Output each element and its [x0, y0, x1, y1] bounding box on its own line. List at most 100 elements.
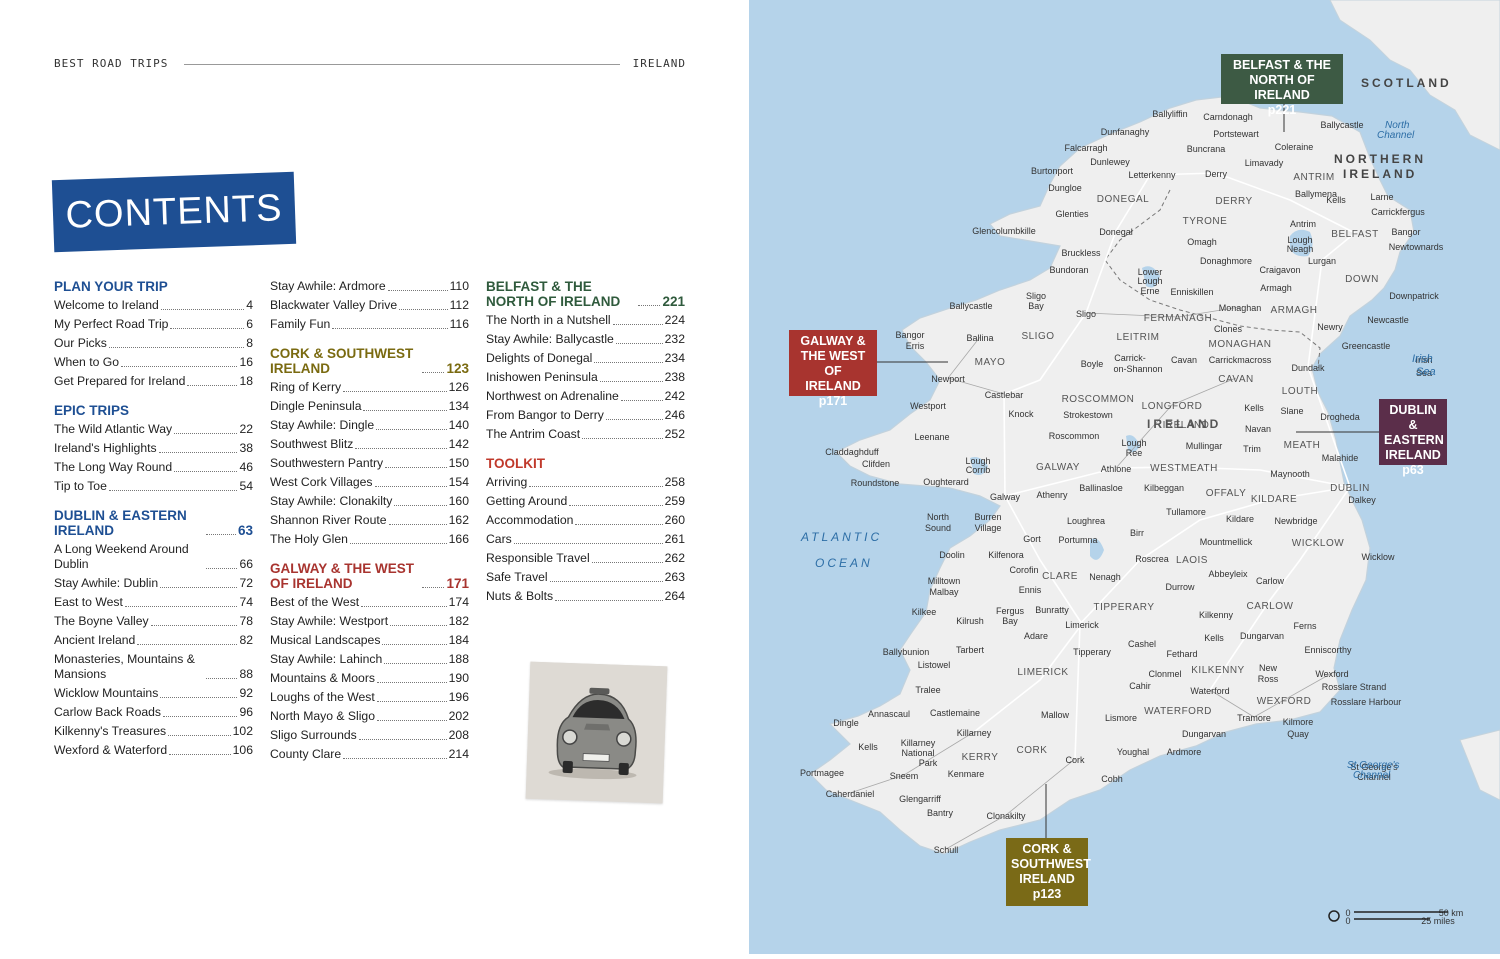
toc-entry[interactable]: Getting Around 259 [486, 494, 685, 509]
toc-entry[interactable]: Stay Awhile: Ardmore 110 [270, 279, 469, 294]
toc-section-heading[interactable]: EPIC TRIPS [54, 403, 253, 418]
leader-dots [374, 486, 447, 487]
section-title: BELFAST & THE NORTH OF IRELAND [486, 279, 621, 309]
car-illustration [525, 661, 668, 804]
place-label: Armagh [1260, 283, 1292, 293]
toc-entry[interactable]: Nuts & Bolts 264 [486, 589, 685, 604]
entry-page-number: 112 [449, 298, 469, 312]
toc-entry[interactable]: Stay Awhile: Dingle 140 [270, 418, 469, 433]
toc-entry[interactable]: Stay Awhile: Ballycastle 232 [486, 332, 685, 347]
leader-dots [168, 735, 231, 736]
toc-entry[interactable]: Northwest on Adrenaline 242 [486, 389, 685, 404]
entry-title: Stay Awhile: Ardmore [270, 279, 386, 293]
place-label: CORK [1017, 745, 1048, 756]
entry-title: Stay Awhile: Dingle [270, 418, 375, 432]
toc-entry[interactable]: From Bangor to Derry 246 [486, 408, 685, 423]
toc-entry[interactable]: Southwest Blitz 142 [270, 437, 469, 452]
toc-entry[interactable]: The Antrim Coast 252 [486, 427, 685, 442]
toc-entry[interactable]: Blackwater Valley Drive 112 [270, 298, 469, 313]
toc-entry[interactable]: Southwestern Pantry 150 [270, 456, 469, 471]
toc-section-heading[interactable]: DUBLIN & EASTERN IRELAND 63 [54, 508, 253, 538]
toc-entry[interactable]: Monasteries, Mountains & Mansions 88 [54, 652, 253, 682]
toc-entry[interactable]: Mountains & Moors 190 [270, 671, 469, 686]
entry-page-number: 162 [448, 513, 469, 527]
place-label: Derry [1205, 169, 1227, 179]
place-label: Bangor [895, 330, 924, 340]
toc-entry[interactable]: Ring of Kerry 126 [270, 380, 469, 395]
toc-entry[interactable]: Stay Awhile: Dublin 72 [54, 576, 253, 591]
toc-entry[interactable]: Tip to Toe 54 [54, 479, 253, 494]
place-label: Village [975, 523, 1002, 533]
entry-page-number: 202 [448, 709, 469, 723]
place-label: BELFAST [1331, 229, 1378, 240]
toc-section-heading[interactable]: TOOLKIT [486, 456, 685, 471]
toc-entry[interactable]: The Holy Glen 166 [270, 532, 469, 547]
toc-entry[interactable]: Best of the West 174 [270, 595, 469, 610]
section-title: PLAN YOUR TRIP [54, 279, 168, 294]
entry-page-number: 18 [239, 374, 253, 388]
place-label: TYRONE [1183, 216, 1228, 227]
entry-title: Kilkenny's Treasures [54, 724, 167, 738]
toc-entry[interactable]: Wicklow Mountains 92 [54, 686, 253, 701]
toc-entry[interactable]: Inishowen Peninsula 238 [486, 370, 685, 385]
toc-entry[interactable]: Arriving 258 [486, 475, 685, 490]
entry-page-number: 4 [246, 298, 253, 312]
toc-entry[interactable]: Musical Landscapes 184 [270, 633, 469, 648]
toc-entry[interactable]: Accommodation 260 [486, 513, 685, 528]
leader-dots [615, 343, 663, 344]
toc-entry[interactable]: East to West 74 [54, 595, 253, 610]
place-label: Kells [1244, 403, 1264, 413]
entry-title: Getting Around [486, 494, 568, 508]
entry-title: Stay Awhile: Dublin [54, 576, 159, 590]
toc-entry[interactable]: Delights of Donegal 234 [486, 351, 685, 366]
toc-entry[interactable]: Loughs of the West 196 [270, 690, 469, 705]
toc-entry[interactable]: Dingle Peninsula 134 [270, 399, 469, 414]
toc-entry[interactable]: Our Picks 8 [54, 336, 253, 351]
toc-entry[interactable]: The Long Way Round 46 [54, 460, 253, 475]
toc-entry[interactable]: Kilkenny's Treasures 102 [54, 724, 253, 739]
toc-entry[interactable]: Carlow Back Roads 96 [54, 705, 253, 720]
toc-entry[interactable]: Sligo Surrounds 208 [270, 728, 469, 743]
toc-entry[interactable]: Ancient Ireland 82 [54, 633, 253, 648]
toc-entry[interactable]: The Wild Atlantic Way 22 [54, 422, 253, 437]
toc-entry[interactable]: When to Go 16 [54, 355, 253, 370]
toc-entry[interactable]: Stay Awhile: Clonakilty 160 [270, 494, 469, 509]
toc-entry[interactable]: Stay Awhile: Lahinch 188 [270, 652, 469, 667]
region-label-ireland-north: IRELAND [1343, 167, 1418, 181]
place-label: Limerick [1065, 620, 1099, 630]
toc-entry[interactable]: Responsible Travel 262 [486, 551, 685, 566]
toc-entry[interactable]: County Clare 214 [270, 747, 469, 762]
toc-entry[interactable]: North Mayo & Sligo 202 [270, 709, 469, 724]
toc-entry[interactable]: The North in a Nutshell 224 [486, 313, 685, 328]
place-label: Greencastle [1342, 341, 1391, 351]
leader-dots [390, 625, 447, 626]
sea-label-atlantic: ATLANTIC [801, 530, 883, 544]
entry-title: Southwest Blitz [270, 437, 354, 451]
place-label: Knock [1008, 409, 1034, 419]
toc-section-heading[interactable]: BELFAST & THE NORTH OF IRELAND 221 [486, 279, 685, 309]
toc-entry[interactable]: My Perfect Road Trip 6 [54, 317, 253, 332]
place-label: Lurgan [1308, 256, 1336, 266]
toc-entry[interactable]: West Cork Villages 154 [270, 475, 469, 490]
toc-entry[interactable]: Welcome to Ireland 4 [54, 298, 253, 313]
place-label: Cobh [1101, 774, 1123, 784]
place-label: DUBLIN [1330, 483, 1370, 494]
leader-dots [158, 452, 238, 453]
entry-page-number: 214 [448, 747, 469, 761]
toc-entry[interactable]: Family Fun 116 [270, 317, 469, 332]
toc-entry[interactable]: Ireland's Highlights 38 [54, 441, 253, 456]
place-label: Nenagh [1089, 572, 1121, 582]
toc-entry[interactable]: A Long Weekend Around Dublin 66 [54, 542, 253, 572]
toc-entry[interactable]: Cars 261 [486, 532, 685, 547]
toc-entry[interactable]: Stay Awhile: Westport 182 [270, 614, 469, 629]
toc-entry[interactable]: Shannon River Route 162 [270, 513, 469, 528]
toc-section-heading[interactable]: CORK & SOUTHWEST IRELAND 123 [270, 346, 469, 376]
toc-entry[interactable]: Wexford & Waterford 106 [54, 743, 253, 758]
toc-section: TOOLKIT Arriving 258 Getting Around 259 Accom… [486, 456, 685, 604]
toc-entry[interactable]: Get Prepared for Ireland 18 [54, 374, 253, 389]
toc-entry[interactable]: Safe Travel 263 [486, 570, 685, 585]
place-label: Wexford [1315, 669, 1348, 679]
toc-section-heading[interactable]: GALWAY & THE WEST OF IRELAND 171 [270, 561, 469, 591]
toc-entry[interactable]: The Boyne Valley 78 [54, 614, 253, 629]
toc-section-heading[interactable]: PLAN YOUR TRIP [54, 279, 253, 294]
